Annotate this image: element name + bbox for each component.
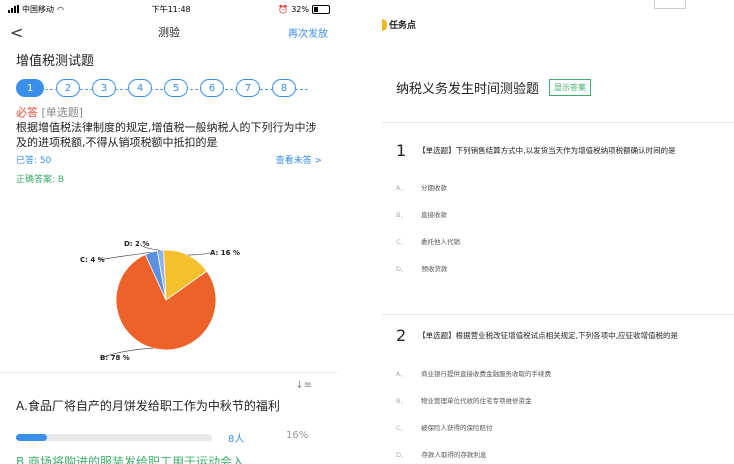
option-letter: C、 bbox=[396, 424, 408, 432]
battery-percent: 32% bbox=[291, 4, 309, 14]
wifi-icon: ◠ bbox=[57, 4, 64, 14]
option-letter: A、 bbox=[396, 184, 407, 192]
task-point: 任务点 bbox=[382, 18, 416, 31]
q1-option-a[interactable]: A、 分期收款 bbox=[396, 182, 447, 192]
status-bar: 中国移动 ◠ 下午11:48 ⏰ 32% bbox=[0, 0, 338, 18]
question-text: 根据增值税法律制度的规定,增值税一般纳税人的下列行为中涉及的进项税额,不得从销项… bbox=[16, 121, 317, 149]
step-3[interactable]: 3 bbox=[92, 79, 116, 97]
question-number: 2 bbox=[396, 326, 407, 345]
sort-icon[interactable]: ↓≡ bbox=[295, 380, 312, 391]
quiz-title: 增值税测试题 bbox=[16, 54, 95, 69]
answered-count: 已答: 50 bbox=[16, 156, 52, 166]
question-stepper: 1 2 3 4 5 6 7 8 bbox=[0, 73, 338, 105]
q1-option-c[interactable]: C、 委托他人代销 bbox=[396, 236, 460, 246]
q2-option-b[interactable]: B、 物业管理单位代收的住宅专项维修资金 bbox=[396, 395, 531, 405]
option-letter: C、 bbox=[396, 238, 408, 246]
top-box bbox=[654, 0, 686, 9]
q2-option-c[interactable]: C、 被保险人获得的保险赔付 bbox=[396, 422, 493, 432]
step-7[interactable]: 7 bbox=[236, 79, 260, 97]
question-2-header: 2 【单选题】根据营业税改征增值税试点相关规定,下列各项中,应征收增值税的是 bbox=[396, 326, 678, 345]
question-body: 必答 [单选题] 根据增值税法律制度的规定,增值税一般纳税人的下列行为中涉及的进… bbox=[0, 105, 338, 188]
question-1-header: 1 【单选题】下列销售结算方式中,以发货当天作为增值税纳项税额确认时间的是 bbox=[396, 141, 676, 160]
question-number: 1 bbox=[396, 141, 407, 160]
page-title: 测验 bbox=[158, 26, 180, 39]
mobile-quiz-panel: 中国移动 ◠ 下午11:48 ⏰ 32% < 测验 再次发放 增值税测试题 1 … bbox=[0, 0, 338, 464]
task-marker-icon bbox=[382, 18, 387, 31]
battery-group: ⏰ 32% bbox=[278, 4, 330, 14]
option-text: 物业管理单位代收的住宅专项维修资金 bbox=[420, 397, 532, 405]
signal-icon bbox=[8, 5, 19, 13]
correct-answer: 正确答案: B bbox=[16, 175, 65, 185]
option-letter: D、 bbox=[396, 265, 408, 273]
divider bbox=[382, 122, 734, 123]
question-header: 必答 [单选题] bbox=[16, 105, 322, 120]
option-text: 被保险人获得的保险赔付 bbox=[421, 424, 493, 432]
option-letter: B、 bbox=[396, 397, 407, 405]
option-a-text: A.食品厂将自产的月饼发给职工作为中秋节的福利 bbox=[16, 399, 280, 413]
quiz-header: 纳税义务发生时间测验题 显示答案 bbox=[396, 78, 592, 97]
option-text: 直接收款 bbox=[420, 211, 447, 219]
desktop-quiz-panel: 任务点 纳税义务发生时间测验题 显示答案 1 【单选题】下列销售结算方式中,以发… bbox=[338, 0, 734, 464]
nav-bar: < 测验 再次发放 bbox=[0, 18, 338, 46]
option-a-progress bbox=[16, 434, 212, 441]
question-type: [单选题] bbox=[41, 106, 84, 119]
step-8[interactable]: 8 bbox=[272, 79, 296, 97]
divider bbox=[382, 314, 734, 315]
option-letter: D、 bbox=[396, 451, 408, 459]
step-1[interactable]: 1 bbox=[16, 79, 44, 97]
question-text: 【单选题】根据营业税改征增值税试点相关规定,下列各项中,应征收增值税的是 bbox=[418, 331, 678, 340]
option-b-text: B.商场将购进的服装发给职工用于运动会入 bbox=[16, 455, 245, 464]
option-a-progress-fill bbox=[16, 434, 48, 441]
task-label: 任务点 bbox=[389, 21, 417, 31]
view-unanswered-link[interactable]: 查看未答 > bbox=[276, 154, 322, 169]
step-5[interactable]: 5 bbox=[164, 79, 188, 97]
option-letter: A、 bbox=[396, 370, 407, 378]
pie-label-d: D: 2 % bbox=[124, 240, 149, 248]
q1-option-d[interactable]: D、 预收货款 bbox=[396, 263, 448, 273]
q1-option-b[interactable]: B、 直接收款 bbox=[396, 209, 447, 219]
step-4[interactable]: 4 bbox=[128, 79, 152, 97]
option-text: 商业银行提供直接收费金融服务收取的手续费 bbox=[420, 370, 551, 378]
battery-icon bbox=[311, 4, 330, 14]
q2-option-a[interactable]: A、 商业银行提供直接收费金融服务收取的手续费 bbox=[396, 368, 551, 378]
option-text: 存款人取得的存款利息 bbox=[421, 451, 487, 459]
resend-button[interactable]: 再次发放 bbox=[288, 25, 328, 40]
option-text: 预收货款 bbox=[421, 265, 448, 273]
answer-stats-row: 已答: 50 查看未答 > bbox=[16, 154, 322, 169]
quiz-name: 纳税义务发生时间测验题 bbox=[396, 82, 540, 97]
option-text: 委托他人代销 bbox=[421, 238, 461, 246]
divider bbox=[0, 372, 338, 373]
alarm-icon: ⏰ bbox=[278, 4, 289, 14]
required-tag: 必答 bbox=[16, 106, 38, 119]
step-2[interactable]: 2 bbox=[56, 79, 80, 97]
option-a-percent: 16% bbox=[286, 430, 309, 441]
pie-label-b: B: 78 % bbox=[100, 354, 130, 362]
signal-group: 中国移动 ◠ bbox=[8, 4, 64, 15]
pie-label-c: C: 4 % bbox=[80, 256, 105, 264]
option-letter: B、 bbox=[396, 211, 407, 219]
show-answer-button[interactable]: 显示答案 bbox=[549, 79, 592, 96]
clock: 下午11:48 bbox=[151, 4, 191, 14]
answer-pie-chart: A: 16 % B: 78 % C: 4 % D: 2 % bbox=[80, 240, 240, 362]
carrier: 中国移动 bbox=[22, 4, 54, 14]
option-text: 分期收款 bbox=[420, 184, 447, 192]
question-text: 【单选题】下列销售结算方式中,以发货当天作为增值税纳项税额确认时间的是 bbox=[418, 146, 676, 155]
pie-leader-line-a bbox=[187, 252, 211, 256]
q2-option-d[interactable]: D、 存款人取得的存款利息 bbox=[396, 449, 487, 459]
option-a-count: 8人 bbox=[228, 434, 245, 445]
pie-label-a: A: 16 % bbox=[210, 249, 240, 257]
back-button[interactable]: < bbox=[10, 23, 50, 42]
step-6[interactable]: 6 bbox=[200, 79, 224, 97]
